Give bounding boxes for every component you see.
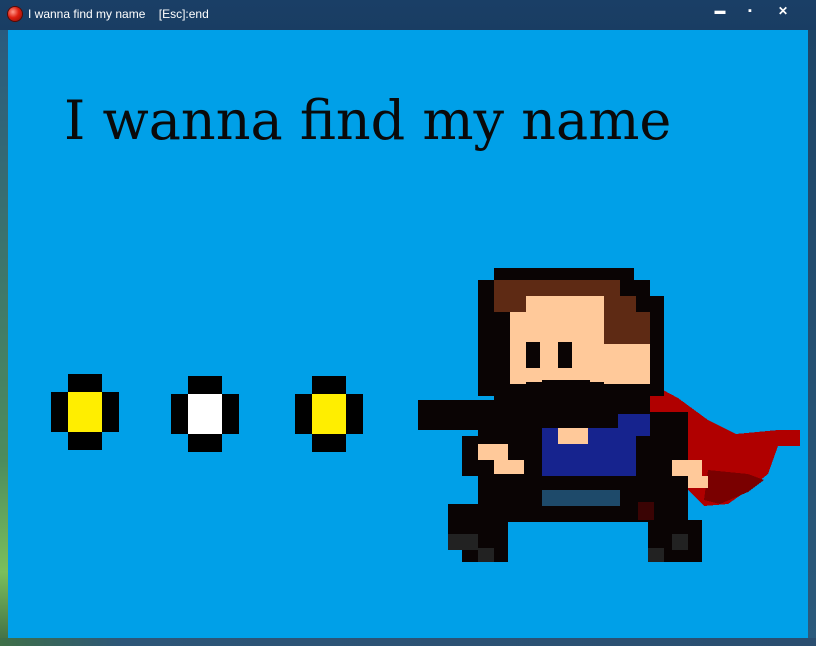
close-button[interactable]: ✕ xyxy=(769,3,797,21)
game-scene xyxy=(51,268,800,562)
hero-character-icon xyxy=(418,268,800,562)
app-icon xyxy=(8,7,22,21)
minimize-button[interactable]: ▬ xyxy=(706,3,734,21)
window-frame-bottom xyxy=(0,638,816,646)
game-canvas[interactable]: I wanna find my name xyxy=(8,30,808,638)
maximize-button[interactable]: ▪ xyxy=(736,3,764,21)
window-frame-left xyxy=(0,30,8,646)
game-window: I wanna find my name [Esc]:end ▬ ▪ ✕ I w… xyxy=(0,0,816,646)
title-bar[interactable]: I wanna find my name [Esc]:end ▬ ▪ ✕ xyxy=(0,0,816,30)
window-title: I wanna find my name [Esc]:end xyxy=(28,7,209,21)
bullet-yellow-icon xyxy=(295,376,363,452)
bullet-yellow-icon xyxy=(51,374,119,450)
window-frame-right xyxy=(808,30,816,646)
bullet-white-icon xyxy=(171,376,239,452)
